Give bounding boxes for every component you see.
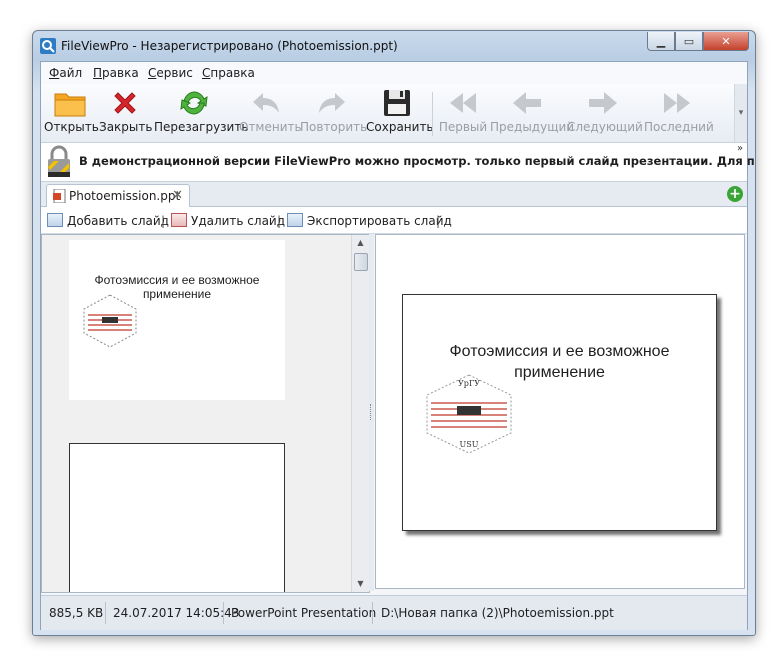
university-logo-icon: УрГУ USU <box>426 374 512 454</box>
slide-toolbar: Добавить слайд | Удалить слайд | Экспорт… <box>41 207 747 234</box>
status-separator <box>105 602 106 624</box>
app-icon <box>40 38 56 54</box>
undo-label: Отменить <box>239 120 302 134</box>
document-tabs: Photoemission.ppt ✕ + <box>41 182 747 207</box>
maximize-button[interactable]: ▭ <box>675 32 703 51</box>
next-slide-button[interactable]: Следующий <box>567 86 643 140</box>
demo-banner: В демонстрационной версии FileViewPro мо… <box>41 143 755 182</box>
tab-label: Photoemission.ppt <box>69 189 181 203</box>
window-title: FileViewPro - Незарегистрировано (Photoe… <box>61 39 398 53</box>
thumbnails-scrollbar[interactable]: ▲ ▼ <box>351 235 369 592</box>
first-label: Первый <box>438 120 488 134</box>
save-label: Сохранить <box>366 120 434 134</box>
status-separator <box>372 602 373 624</box>
tab-photoemission[interactable]: Photoemission.ppt ✕ <box>46 184 190 207</box>
status-file-type: PowerPoint Presentation <box>231 606 377 620</box>
reload-label: Перезагрузить <box>154 120 249 134</box>
add-slide-button[interactable]: Добавить слайд <box>47 213 169 228</box>
minimize-button[interactable]: ▁ <box>647 32 675 51</box>
prev-label: Предыдущий <box>490 120 575 134</box>
refresh-icon <box>180 91 208 115</box>
close-file-button[interactable]: Закрыть <box>99 86 153 140</box>
close-window-button[interactable]: ✕ <box>703 32 749 51</box>
main-toolbar: Открыть Закрыть Перезагрузить Отменить П… <box>41 84 747 143</box>
splitter-grip <box>370 404 374 420</box>
slide-preview: Фотоэмиссия и ее возможное применение УрГ… <box>402 294 717 531</box>
scroll-down-arrow[interactable]: ▼ <box>352 576 369 592</box>
slide-toolbar-separator: | <box>161 214 166 228</box>
menu-service[interactable]: Сервис <box>148 66 193 80</box>
save-button[interactable]: Сохранить <box>366 86 434 140</box>
close-label: Закрыть <box>99 120 153 134</box>
scrollbar-thumb[interactable] <box>354 253 368 271</box>
toolbar-separator <box>432 92 433 136</box>
toolbar-overflow-button[interactable]: ▾ <box>734 84 747 142</box>
demo-banner-text: В демонстрационной версии FileViewPro мо… <box>79 154 755 168</box>
menu-file[interactable]: Файл <box>49 66 82 80</box>
client-area: Файл Правка Сервис Справка Открыть Закры… <box>40 61 755 630</box>
last-label: Последний <box>644 120 714 134</box>
redo-button[interactable]: Повторить <box>300 86 368 140</box>
arrow-right-icon <box>589 92 617 114</box>
slide-toolbar-separator: | <box>277 214 282 228</box>
slide-thumbnail-2[interactable] <box>69 443 285 592</box>
delete-slide-icon <box>171 213 187 227</box>
red-x-icon <box>114 92 136 114</box>
logo-top-text: УрГУ <box>458 379 480 388</box>
delete-slide-button[interactable]: Удалить слайд <box>171 213 285 228</box>
tab-close-button[interactable]: ✕ <box>172 188 183 203</box>
first-slide-button[interactable]: Первый <box>437 86 489 140</box>
menu-help[interactable]: Справка <box>202 66 255 80</box>
undo-button[interactable]: Отменить <box>239 86 302 140</box>
logo-bottom-text: USU <box>460 440 479 449</box>
undo-icon <box>253 93 279 113</box>
slide-toolbar-separator: | <box>436 214 441 228</box>
banner-more-button[interactable]: » <box>735 143 745 154</box>
scroll-up-arrow[interactable]: ▲ <box>352 235 369 251</box>
export-slide-button[interactable]: Экспортировать слайд <box>287 213 452 228</box>
last-icon <box>664 93 690 113</box>
export-slide-icon <box>287 213 303 227</box>
status-file-size: 885,5 KB <box>49 606 104 620</box>
status-modified-date: 24.07.2017 14:05:43 <box>113 606 240 620</box>
first-icon <box>450 93 476 113</box>
slide-thumbnails-pane: Фотоэмиссия и ее возможное применение ▲ ▼ <box>41 234 370 593</box>
slide-preview-pane: Фотоэмиссия и ее возможное применение УрГ… <box>375 234 745 589</box>
status-bar: 885,5 KB 24.07.2017 14:05:43 PowerPoint … <box>41 595 747 630</box>
floppy-disk-icon <box>384 90 410 116</box>
reload-button[interactable]: Перезагрузить <box>154 86 249 140</box>
lock-icon <box>48 145 70 177</box>
open-label: Открыть <box>44 120 99 134</box>
next-label: Следующий <box>567 120 643 134</box>
redo-label: Повторить <box>300 120 368 134</box>
pane-splitter[interactable] <box>369 234 374 591</box>
status-file-path: D:\Новая папка (2)\Photoemission.ppt <box>381 606 614 620</box>
add-slide-icon <box>47 213 63 227</box>
open-button[interactable]: Открыть <box>44 86 99 140</box>
slide-thumbnail-1[interactable]: Фотоэмиссия и ее возможное применение <box>69 240 285 400</box>
menu-edit[interactable]: Правка <box>93 66 139 80</box>
add-tab-button[interactable]: + <box>727 186 743 202</box>
redo-icon <box>319 93 345 113</box>
status-separator <box>223 602 224 624</box>
university-logo-icon <box>83 294 137 348</box>
window-controls: ▁ ▭ ✕ <box>647 32 749 51</box>
folder-icon <box>54 93 86 117</box>
menu-bar: Файл Правка Сервис Справка <box>41 62 747 85</box>
previous-slide-button[interactable]: Предыдущий <box>490 86 575 140</box>
arrow-left-icon <box>513 92 541 114</box>
ppt-file-icon <box>53 189 66 203</box>
last-slide-button[interactable]: Последний <box>644 86 714 140</box>
title-bar[interactable]: FileViewPro - Незарегистрировано (Photoe… <box>33 31 755 61</box>
app-window: FileViewPro - Незарегистрировано (Photoe… <box>32 30 756 636</box>
